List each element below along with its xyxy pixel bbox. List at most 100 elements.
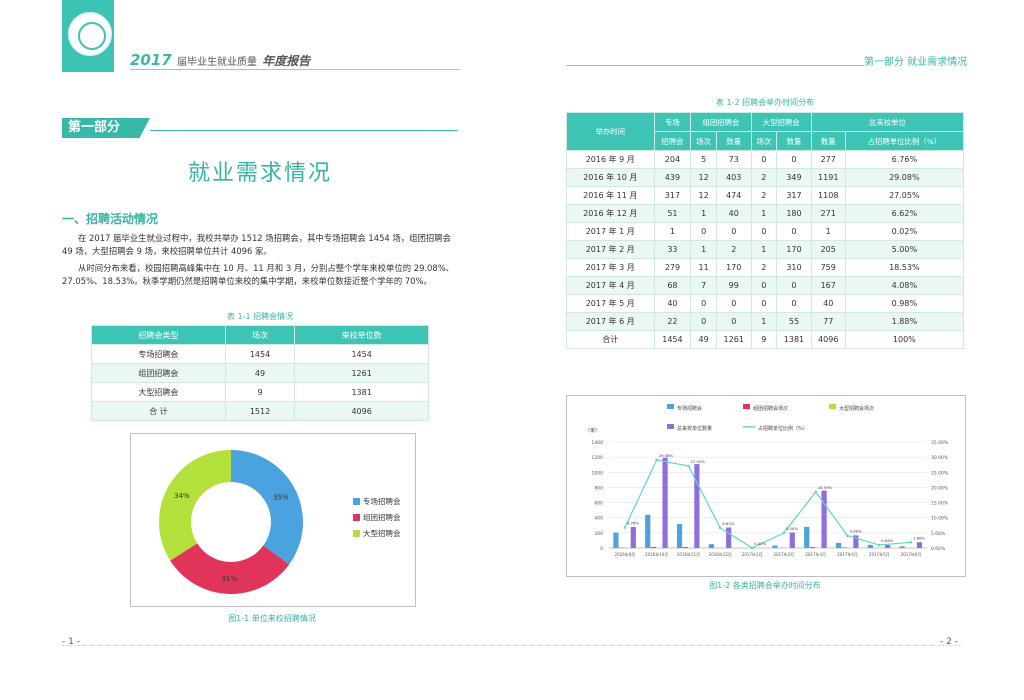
legend-swatch [353,514,360,521]
table-cell: 2 [750,168,778,187]
header-right-label: 第一部分 就业需求情况 [864,57,968,68]
x-tick-label: 2017年1月 [742,551,763,557]
y-tick-label: 1000 [592,470,604,476]
table-cell: 474 [715,186,752,205]
y-tick-label: 400 [594,516,603,522]
ratio-point [846,534,849,537]
table-header-cell: 总来校单位 [810,112,965,132]
x-tick-label: 2016年11月 [677,551,700,557]
table-cell: 0 [690,312,717,331]
ratio-point [655,458,658,462]
table-cell: 1191 [810,168,846,187]
legend-swatch [353,498,360,505]
table-cell: 77 [810,312,846,331]
school-emblem-icon [68,12,112,56]
table-cell: 271 [810,204,846,223]
table-cell: 12 [690,168,717,187]
chart-bar [899,546,905,548]
y-tick-label: 800 [594,485,603,491]
table-cell: 29.08% [844,168,965,187]
x-tick-label: 2017年4月 [837,551,858,557]
legend-label: 专场招聘会 [677,405,702,412]
ratio-data-label: 29.08% [659,453,674,458]
table-cell: 0 [715,222,752,241]
table-cell: 51 [653,204,692,223]
table-row: 2016 年 9 月 204 5 73 0 0 277 6.76% [566,150,965,169]
table-header-row: 举办时间 专场 组团招聘会 大型招聘会 总来校单位 [566,112,965,151]
chart-bar [885,544,891,548]
ratio-data-label: 1.88% [913,535,925,540]
table-cell: 2017 年 5 月 [566,294,655,313]
table-cell: 1 [690,204,717,223]
page-number-right: - 2 - [940,637,958,647]
emblem-inner-ring [78,22,106,50]
y2-tick-label: 15.00% [931,501,949,507]
chart-bar [650,547,657,548]
section-banner: 第一部分 [62,118,150,138]
legend-swatch [667,424,674,429]
table-cell: 组团招聘会 [91,363,226,383]
donut-slice [159,450,231,561]
chart-bar [708,544,714,548]
table-cell: 1 [653,222,692,241]
table-cell: 1454 [653,330,692,349]
table-row: 2017 年 1 月 1 0 0 0 0 1 0.02% [566,222,965,241]
y-tick-label: 0 [600,546,603,552]
y-tick-label: 600 [594,501,603,507]
ratio-data-label: 27.05% [691,459,706,464]
table-cell: 0 [715,312,752,331]
table1-caption: 表 1-1 招聘会情况 [226,312,294,321]
table-row: 2016 年 11 月 317 12 474 2 317 1108 27.05% [566,186,965,205]
table-cell: 40 [653,294,692,313]
table-header-cell: 数量 [776,131,812,151]
ratio-point [909,541,913,544]
table-cell: 1381 [776,330,812,349]
table-cell: 7 [690,276,717,295]
figure1-caption: 图1-1 单位来校招聘情况 [228,614,316,623]
table-header-cell: 场次 [224,325,296,345]
table-cell: 27.05% [844,186,965,205]
table-cell: 0 [750,150,778,169]
table-cell: 167 [810,276,846,295]
table-row: 2016 年 12 月 51 1 40 1 180 271 6.62% [566,204,965,223]
ratio-point [687,464,690,468]
ratio-point [719,526,722,530]
table-cell: 1 [750,312,778,331]
table-cell: 合 计 [91,401,226,421]
y-tick-label: 1200 [592,455,604,461]
table-cell: 759 [810,258,846,277]
table-cell: 6.76% [844,150,965,169]
table-cell: 12 [690,186,717,205]
y-tick-label: 200 [594,531,603,537]
chart-bar [916,542,923,548]
header-year: 2017 [130,51,172,69]
legend-swatch [353,530,360,537]
table-header-cell: 招聘会类型 [91,325,226,345]
table-cell: 9 [224,382,296,402]
table-row: 2017 年 3 月 279 11 170 2 310 759 18.53% [566,258,965,277]
header-title-sub: 届毕业生就业质量 [176,57,257,68]
ratio-data-label: 5.00% [786,526,798,531]
table-cell: 33 [653,240,692,259]
chart-bar [789,532,795,548]
table-cell: 0 [750,222,778,241]
table-cell: 0 [750,276,778,295]
legend-swatch [667,404,674,409]
table-header-cell: 占招聘单位比例（%） [844,131,965,151]
footer-divider [62,645,962,646]
chart-bar [662,457,668,548]
table-cell: 277 [810,150,846,169]
table-cell: 68 [653,276,692,295]
table-body: 2016 年 9 月 204 5 73 0 0 277 6.76% 2016 年 10 月 439… [566,150,965,349]
table-cell: 1108 [810,186,846,205]
table-cell: 1261 [715,330,752,349]
donut-slice-label: 34% [174,492,190,500]
y2-tick-label: 10.00% [931,516,949,522]
chart-bar [645,514,651,548]
table-cell: 2016 年 12 月 [566,204,655,223]
table-header-cell: 数量 [810,131,846,151]
section-banner-line [150,130,458,131]
ratio-data-label: 6.76% [627,521,639,526]
table-header-cell: 组团招聘会 [690,112,752,132]
legend-label: 占招聘单位比例（%） [758,425,808,432]
